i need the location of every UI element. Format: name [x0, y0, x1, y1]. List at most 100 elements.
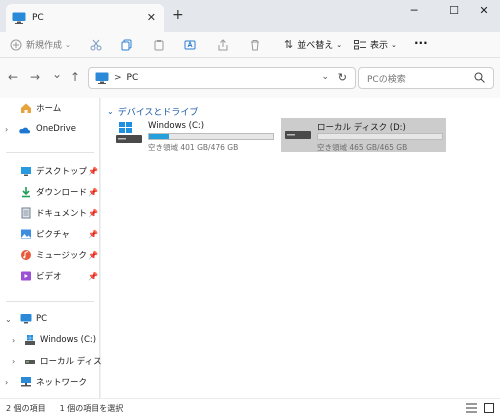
sidebar-item-drive-d[interactable]: › ローカル ディスク (D:) — [0, 352, 129, 370]
sidebar-item-network[interactable]: › ネットワーク — [0, 373, 100, 391]
recent-locations-button[interactable]: ⌄ — [52, 67, 62, 81]
up-button[interactable]: ↑ — [70, 70, 80, 84]
details-view-icon[interactable] — [466, 403, 477, 413]
sidebar-item-label: ホーム — [36, 104, 62, 114]
selected-count: 1 個の項目を選択 — [59, 403, 124, 413]
sort-icon: ⇅ — [284, 38, 294, 51]
pin-icon[interactable]: 📌 — [88, 209, 98, 218]
cut-icon[interactable] — [90, 39, 102, 51]
forward-button[interactable]: → — [30, 70, 40, 84]
sidebar-item-label: OneDrive — [36, 124, 76, 134]
view-icon — [354, 39, 366, 49]
drive-name: ローカル ディスク (D:) — [317, 123, 406, 133]
section-devices-and-drives[interactable]: ⌄ デバイスとドライブ — [107, 105, 198, 118]
windows-drive-icon — [25, 335, 35, 345]
sidebar-item-music[interactable]: ミュージック 📌 — [0, 246, 100, 264]
paste-icon[interactable] — [153, 39, 165, 51]
tab-title: PC — [32, 13, 44, 23]
address-dropdown-icon[interactable]: ⌄ — [321, 72, 329, 82]
drive-item-c[interactable]: Windows (C:) 空き領域 401 GB/476 GB — [112, 118, 282, 152]
content-area: ⌄ デバイスとドライブ Windows (C:) 空き領域 401 GB/476… — [101, 98, 500, 398]
music-icon — [21, 250, 31, 260]
chevron-down-icon: ⌄ — [336, 40, 343, 49]
drive-usage-bar — [317, 133, 443, 140]
sidebar-item-label: ドキュメント — [36, 209, 88, 219]
sort-label: 並べ替え — [297, 41, 334, 51]
disk-drive-icon — [25, 360, 35, 364]
sidebar-item-documents[interactable]: ドキュメント 📌 — [0, 204, 100, 222]
disk-drive-icon — [285, 131, 311, 139]
drive-info: 空き領域 465 GB/465 GB — [317, 143, 408, 152]
network-icon — [21, 377, 31, 387]
close-window-button[interactable]: ✕ — [474, 4, 494, 17]
sidebar-item-pictures[interactable]: ピクチャ 📌 — [0, 225, 100, 243]
drive-usage-bar — [148, 133, 274, 140]
sidebar-item-label: デスクトップ — [36, 167, 88, 177]
section-title: デバイスとドライブ — [117, 108, 199, 118]
sidebar-item-label: ビデオ — [36, 272, 62, 282]
chevron-right-icon[interactable]: › — [12, 336, 15, 345]
chevron-down-icon[interactable]: ⌄ — [107, 107, 114, 116]
cloud-icon — [19, 127, 30, 134]
refresh-button[interactable]: ↻ — [338, 71, 347, 84]
navigation-pane: ホーム › OneDrive デスクトップ 📌 ダウンロード 📌 ドキュメント … — [0, 98, 129, 398]
copy-icon[interactable] — [121, 39, 133, 51]
desktop-icon — [21, 167, 31, 176]
status-bar: 2 個の項目 1 個の項目を選択 — [0, 398, 500, 417]
sidebar-item-pc[interactable]: ⌄ PC — [0, 310, 100, 328]
sidebar-item-onedrive[interactable]: › OneDrive — [0, 120, 100, 138]
sidebar-item-desktop[interactable]: デスクトップ 📌 — [0, 162, 100, 180]
tab-pc[interactable]: PC ✕ — [6, 4, 164, 32]
new-tab-button[interactable]: + — [172, 7, 184, 23]
sidebar-item-label: Windows (C:) — [40, 335, 97, 345]
maximize-button[interactable]: ☐ — [444, 4, 464, 17]
download-icon — [22, 187, 30, 198]
search-input[interactable]: PCの検索 — [358, 67, 494, 89]
documents-icon — [21, 207, 31, 219]
breadcrumb-separator[interactable]: > — [114, 73, 122, 83]
chevron-down-icon: ⌄ — [65, 40, 71, 49]
delete-icon[interactable] — [249, 39, 261, 51]
monitor-icon — [95, 72, 109, 84]
rename-icon[interactable] — [184, 39, 196, 51]
address-bar[interactable]: > PC ⌄ ↻ — [88, 67, 356, 89]
close-tab-icon[interactable]: ✕ — [147, 11, 156, 24]
item-count: 2 個の項目 — [6, 403, 46, 413]
new-button[interactable]: 新規作成 ⌄ — [10, 38, 71, 51]
view-button[interactable]: 表示 ⌄ — [354, 38, 397, 51]
more-options-button[interactable]: ··· — [414, 36, 428, 50]
sort-button[interactable]: ⇅ 並べ替え ⌄ — [284, 38, 342, 51]
sidebar-item-downloads[interactable]: ダウンロード 📌 — [0, 183, 100, 201]
chevron-down-icon[interactable]: ⌄ — [5, 315, 12, 324]
chevron-right-icon[interactable]: › — [5, 378, 8, 387]
search-icon — [474, 72, 485, 83]
sidebar-item-home[interactable]: ホーム — [0, 99, 100, 117]
breadcrumb-pc[interactable]: PC — [127, 73, 139, 83]
pin-icon[interactable]: 📌 — [88, 251, 98, 260]
back-button[interactable]: ← — [8, 70, 18, 84]
tab-bar: PC ✕ + ─ ☐ ✕ — [0, 0, 500, 32]
divider — [6, 152, 94, 153]
new-label: 新規作成 — [26, 41, 63, 51]
minimize-button[interactable]: ─ — [404, 4, 424, 17]
divider — [6, 301, 94, 302]
large-icons-view-icon[interactable] — [484, 403, 494, 413]
share-icon[interactable] — [217, 39, 229, 51]
chevron-right-icon[interactable]: › — [5, 125, 8, 134]
monitor-icon — [20, 314, 32, 324]
pin-icon[interactable]: 📌 — [88, 272, 98, 281]
pin-icon[interactable]: 📌 — [88, 230, 98, 239]
chevron-right-icon[interactable]: › — [12, 357, 15, 366]
sidebar-item-videos[interactable]: ビデオ 📌 — [0, 267, 100, 285]
pin-icon[interactable]: 📌 — [88, 167, 98, 176]
windows-drive-icon — [116, 122, 142, 143]
sidebar-item-drive-c[interactable]: › Windows (C:) — [0, 331, 100, 349]
sidebar-item-label: ダウンロード — [36, 188, 88, 198]
home-icon — [21, 103, 31, 113]
drive-item-d[interactable]: ローカル ディスク (D:) 空き領域 465 GB/465 GB — [281, 118, 446, 152]
search-placeholder: PCの検索 — [367, 74, 406, 85]
command-bar: 新規作成 ⌄ ⇅ 並べ替え ⌄ 表示 ⌄ ··· — [0, 32, 500, 58]
sidebar-item-label: ネットワーク — [36, 378, 88, 388]
chevron-down-icon: ⌄ — [391, 40, 397, 49]
pin-icon[interactable]: 📌 — [88, 188, 98, 197]
